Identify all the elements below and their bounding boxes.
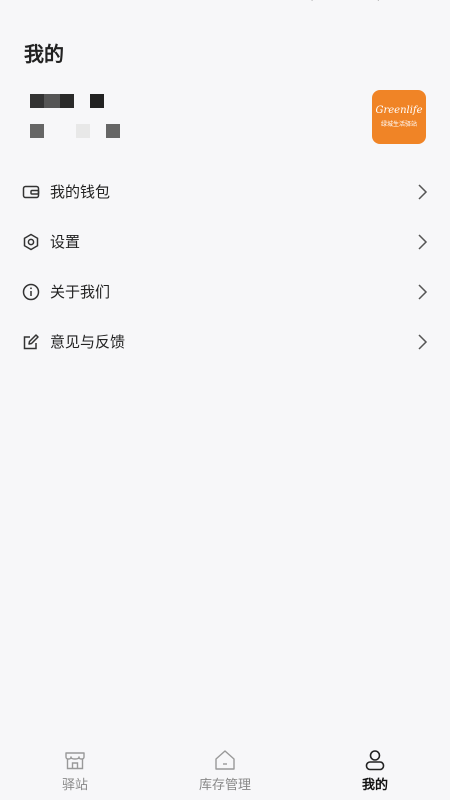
status-indicators: · · [310, 0, 410, 7]
tab-label: 我的 [361, 778, 388, 793]
store-icon [65, 752, 85, 770]
wallet-icon [22, 185, 40, 199]
chevron-right-icon [418, 234, 428, 250]
menu-item-settings[interactable]: 设置 [0, 216, 450, 266]
tab-mine[interactable]: 我的 [300, 740, 450, 800]
brand-logo: Greenlife 绿城生活驿站 [372, 90, 426, 144]
tab-station[interactable]: 驿站 [0, 740, 150, 800]
menu-item-label: 设置 [50, 232, 81, 251]
menu-item-feedback[interactable]: 意见与反馈 [0, 316, 450, 366]
menu-item-label: 我的钱包 [50, 182, 111, 201]
home-icon [215, 750, 235, 770]
page-title: 我的 [24, 42, 64, 66]
user-id-redacted [30, 124, 130, 138]
profile-section: Greenlife 绿城生活驿站 [0, 86, 450, 150]
menu-item-about[interactable]: 关于我们 [0, 266, 450, 316]
bottom-tab-bar: 驿站 库存管理 我的 [0, 740, 450, 800]
user-name-redacted [30, 94, 110, 108]
tab-label: 库存管理 [198, 778, 251, 793]
menu-item-wallet[interactable]: 我的钱包 [0, 166, 450, 216]
menu-item-label: 意见与反馈 [50, 332, 126, 351]
chevron-right-icon [418, 334, 428, 350]
logo-subtext: 绿城生活驿站 [380, 121, 417, 128]
info-icon [22, 283, 40, 301]
chevron-right-icon [418, 284, 428, 300]
logo-script-text: Greenlife [375, 105, 423, 116]
menu-item-label: 关于我们 [50, 282, 111, 301]
user-icon [365, 750, 385, 771]
status-bar: · · [0, 0, 450, 14]
tab-inventory[interactable]: 库存管理 [150, 740, 300, 800]
edit-icon [23, 334, 39, 350]
menu-list: 我的钱包 设置 关于我们 意见与反馈 [0, 166, 450, 366]
settings-icon [23, 233, 39, 251]
chevron-right-icon [418, 184, 428, 200]
tab-label: 驿站 [61, 778, 88, 793]
